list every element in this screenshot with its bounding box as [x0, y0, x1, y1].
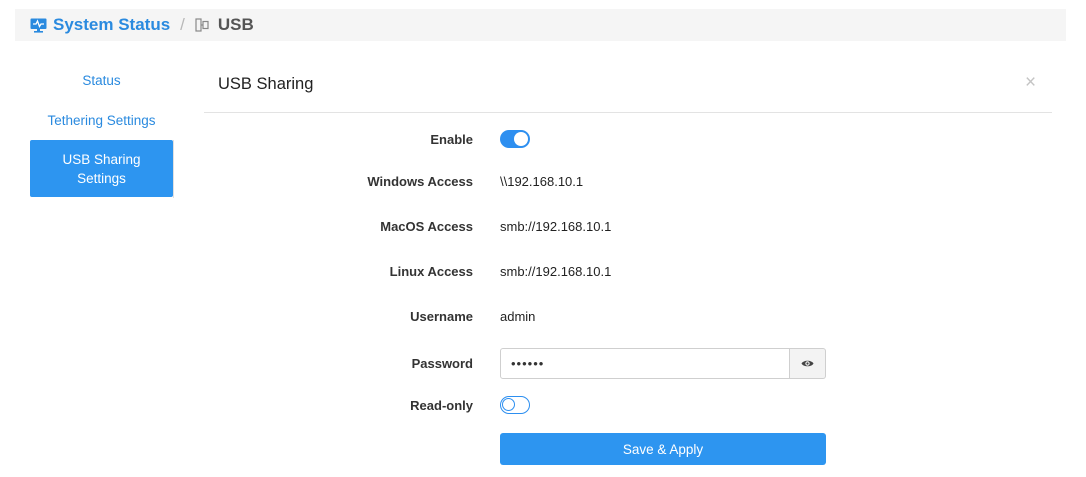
enable-toggle-knob [514, 132, 528, 146]
password-group [500, 348, 826, 379]
password-row: Password [230, 348, 1050, 379]
sidebar-item-tethering-settings[interactable]: Tethering Settings [30, 100, 173, 140]
show-password-button[interactable] [790, 348, 826, 379]
sidebar-item-status[interactable]: Status [30, 60, 173, 100]
username-label: Username [410, 309, 473, 324]
linux-access-value: smb://192.168.10.1 [500, 264, 612, 279]
windows-access-row: Windows Access \\192.168.10.1 [230, 174, 1050, 189]
read-only-row: Read-only [230, 396, 1050, 414]
password-label: Password [411, 356, 473, 371]
windows-access-label: Windows Access [367, 174, 473, 189]
enable-toggle[interactable] [500, 130, 530, 148]
panel-divider [204, 112, 1052, 113]
breadcrumb-current: USB [195, 15, 254, 35]
eye-icon [801, 360, 814, 367]
breadcrumb-current-label: USB [217, 15, 254, 34]
read-only-toggle[interactable] [500, 396, 530, 414]
breadcrumb-home-link[interactable]: System Status [30, 15, 170, 35]
sidebar-nav: Status Tethering Settings USB Sharing Se… [30, 60, 173, 197]
panel-title: USB Sharing [218, 75, 314, 93]
enable-label: Enable [430, 131, 473, 147]
close-icon[interactable]: × [1025, 73, 1036, 93]
username-value: admin [500, 309, 536, 324]
windows-access-value: \\192.168.10.1 [500, 174, 584, 189]
username-row: Username admin [230, 309, 1050, 324]
save-apply-button[interactable]: Save & Apply [500, 433, 826, 465]
breadcrumb-home-label: System Status [53, 15, 171, 34]
password-input[interactable] [500, 348, 790, 379]
breadcrumb: System Status / USB [15, 9, 1066, 41]
macos-access-value: smb://192.168.10.1 [500, 219, 612, 234]
read-only-toggle-knob [502, 398, 515, 411]
macos-access-label: MacOS Access [380, 219, 473, 234]
macos-access-row: MacOS Access smb://192.168.10.1 [230, 219, 1050, 234]
linux-access-row: Linux Access smb://192.168.10.1 [230, 264, 1050, 279]
monitor-icon [30, 18, 47, 33]
breadcrumb-separator: / [180, 15, 185, 34]
sidebar-divider [173, 140, 174, 198]
sidebar-item-usb-sharing-settings[interactable]: USB Sharing Settings [30, 140, 173, 197]
usb-device-icon [195, 18, 209, 32]
read-only-label: Read-only [410, 397, 473, 413]
enable-row: Enable [230, 130, 1050, 148]
linux-access-label: Linux Access [389, 264, 473, 279]
